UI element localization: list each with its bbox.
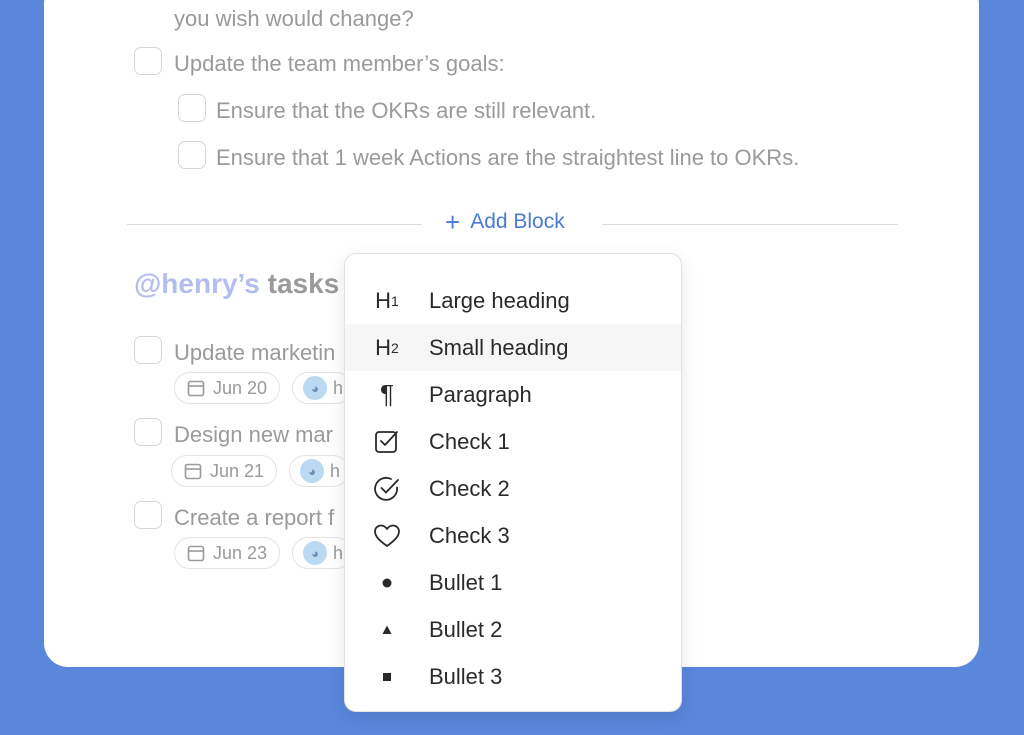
checkbox-subitem-2[interactable]: [178, 141, 206, 169]
menu-item-label: Bullet 2: [429, 616, 503, 642]
avatar: ◕: [303, 376, 327, 400]
menu-item-bullet-2[interactable]: Bullet 2: [345, 606, 681, 653]
add-block-button[interactable]: + Add Block: [445, 209, 565, 235]
due-date-text: Jun 20: [213, 377, 268, 398]
checkbox-subitem-1[interactable]: [178, 94, 206, 122]
assignee-chip-3[interactable]: ◕ h: [292, 537, 352, 569]
menu-item-label: Small heading: [429, 334, 569, 360]
due-date-text: Jun 21: [210, 460, 265, 481]
bullet-triangle-icon: [345, 624, 429, 636]
checklist-subitem-1: Ensure that the OKRs are still relevant.: [216, 98, 597, 123]
heart-icon: [345, 523, 429, 549]
user-mention[interactable]: @henry’s: [134, 268, 260, 299]
assignee-chip-2[interactable]: ◕ h: [289, 455, 349, 487]
h1-sub: 1: [391, 292, 399, 309]
menu-item-paragraph[interactable]: ¶ Paragraph: [345, 371, 681, 418]
h1-icon: H1: [345, 288, 429, 314]
task-checkbox-3[interactable]: [134, 501, 162, 529]
menu-item-check-2[interactable]: Check 2: [345, 465, 681, 512]
add-block-label: Add Block: [470, 210, 565, 233]
assignee-initial: h: [330, 460, 341, 481]
menu-item-small-heading[interactable]: H2 Small heading: [345, 324, 681, 371]
h2-icon: H2: [345, 335, 429, 361]
menu-item-bullet-3[interactable]: Bullet 3: [345, 653, 681, 700]
bullet-dot-icon: [345, 577, 429, 589]
plus-icon: +: [445, 207, 461, 237]
due-date-text: Jun 23: [213, 542, 268, 563]
menu-item-bullet-1[interactable]: Bullet 1: [345, 559, 681, 606]
menu-item-label: Bullet 1: [429, 569, 503, 595]
task-title-2[interactable]: Design new mar: [174, 422, 333, 448]
bullet-square-icon: [345, 671, 429, 683]
calendar-icon: [187, 380, 205, 397]
section-title: @henry’s tasks: [134, 268, 339, 300]
due-date-chip-2[interactable]: Jun 21: [171, 455, 278, 487]
menu-item-label: Check 1: [429, 428, 510, 454]
checklist-subitem-2: Ensure that 1 week Actions are the strai…: [216, 145, 800, 170]
checklist-item-goals: Update the team member’s goals:: [174, 51, 505, 76]
menu-item-check-3[interactable]: Check 3: [345, 512, 681, 559]
h2-glyph: H: [375, 334, 392, 360]
menu-item-large-heading[interactable]: H1 Large heading: [345, 277, 681, 324]
task-title-1[interactable]: Update marketin: [174, 340, 335, 366]
h2-sub: 2: [391, 339, 399, 356]
assignee-initial: h: [333, 377, 344, 398]
menu-item-check-1[interactable]: Check 1: [345, 418, 681, 465]
divider-right: [602, 224, 898, 225]
menu-item-label: Large heading: [429, 287, 570, 313]
paragraph-icon: ¶: [380, 379, 394, 409]
menu-item-label: Check 3: [429, 522, 510, 548]
checkbox-checked-icon: [345, 429, 429, 455]
section-title-suffix: tasks: [259, 268, 340, 299]
block-type-menu: H1 Large heading H2 Small heading ¶ Para…: [344, 253, 682, 712]
assignee-chip-1[interactable]: ◕ h: [292, 372, 352, 404]
checklist-text-top: you wish would change?: [174, 6, 414, 31]
circle-check-icon: [345, 475, 429, 503]
due-date-chip-3[interactable]: Jun 23: [174, 537, 281, 569]
assignee-initial: h: [333, 542, 344, 563]
calendar-icon: [184, 463, 202, 480]
task-checkbox-2[interactable]: [134, 418, 162, 446]
menu-item-label: Check 2: [429, 475, 510, 501]
avatar: ◕: [303, 541, 327, 565]
menu-item-label: Paragraph: [429, 381, 532, 407]
calendar-icon: [187, 545, 205, 562]
task-checkbox-1[interactable]: [134, 336, 162, 364]
checkbox-goals[interactable]: [134, 47, 162, 75]
task-title-3[interactable]: Create a report f: [174, 505, 334, 531]
h1-glyph: H: [375, 287, 392, 313]
divider-left: [127, 224, 422, 225]
avatar: ◕: [300, 459, 324, 483]
menu-item-label: Bullet 3: [429, 663, 503, 689]
due-date-chip-1[interactable]: Jun 20: [174, 372, 281, 404]
